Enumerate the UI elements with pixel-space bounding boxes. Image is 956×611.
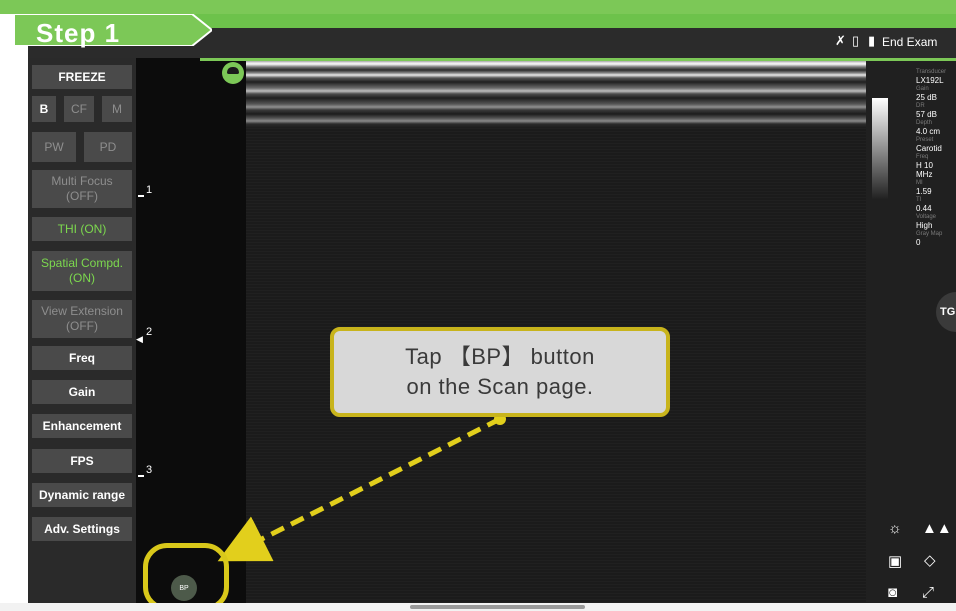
home-handle[interactable]: [410, 605, 585, 609]
instruction-callout: Tap 【BP】 button on the Scan page.: [330, 327, 670, 417]
callout-line-1: Tap 【BP】 button: [405, 344, 595, 369]
pointer-arrow: [217, 413, 506, 562]
callout-line-2: on the Scan page.: [406, 374, 594, 399]
bp-button[interactable]: BP: [171, 575, 197, 601]
